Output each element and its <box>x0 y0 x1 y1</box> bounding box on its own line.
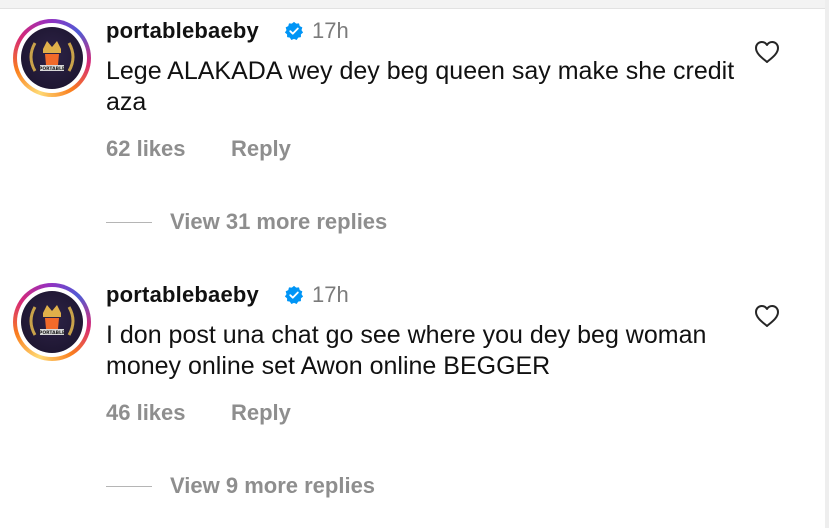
heart-outline-icon[interactable] <box>754 304 780 328</box>
avatar-image: PORTABLE <box>21 27 83 89</box>
view-more-replies-button[interactable]: View 9 more replies <box>106 471 375 501</box>
username-link[interactable]: portablebaeby <box>106 18 259 44</box>
view-more-replies-label: View 9 more replies <box>170 473 376 498</box>
likes-count[interactable]: 62 likes <box>106 136 186 162</box>
replies-divider-line <box>106 485 152 487</box>
comment-text: I don post una chat go see where you dey… <box>106 321 707 380</box>
view-more-replies-button[interactable]: View 31 more replies <box>106 207 387 237</box>
comment-text: Lege ALAKADA wey dey beg queen say make … <box>106 57 735 116</box>
scrollbar-track[interactable] <box>825 0 829 528</box>
crown-logo-icon: PORTABLE <box>29 41 75 72</box>
avatar-badge-text: PORTABLE <box>39 66 65 72</box>
avatar[interactable]: PORTABLE <box>13 283 91 361</box>
avatar[interactable]: PORTABLE <box>13 19 91 97</box>
timestamp[interactable]: 17h <box>312 282 349 308</box>
replies-divider-line <box>106 221 152 223</box>
top-edge <box>0 0 829 9</box>
view-more-replies-label: View 31 more replies <box>170 209 388 234</box>
reply-button[interactable]: Reply <box>231 136 291 162</box>
crown-logo-icon: PORTABLE <box>29 305 75 336</box>
verified-badge-icon <box>284 21 304 40</box>
likes-count[interactable]: 46 likes <box>106 400 186 426</box>
avatar-badge-text: PORTABLE <box>39 330 65 336</box>
reply-button[interactable]: Reply <box>231 400 291 426</box>
verified-badge-icon <box>284 285 304 304</box>
timestamp[interactable]: 17h <box>312 18 349 44</box>
avatar-image: PORTABLE <box>21 291 83 353</box>
heart-outline-icon[interactable] <box>754 40 780 64</box>
username-link[interactable]: portablebaeby <box>106 282 259 308</box>
